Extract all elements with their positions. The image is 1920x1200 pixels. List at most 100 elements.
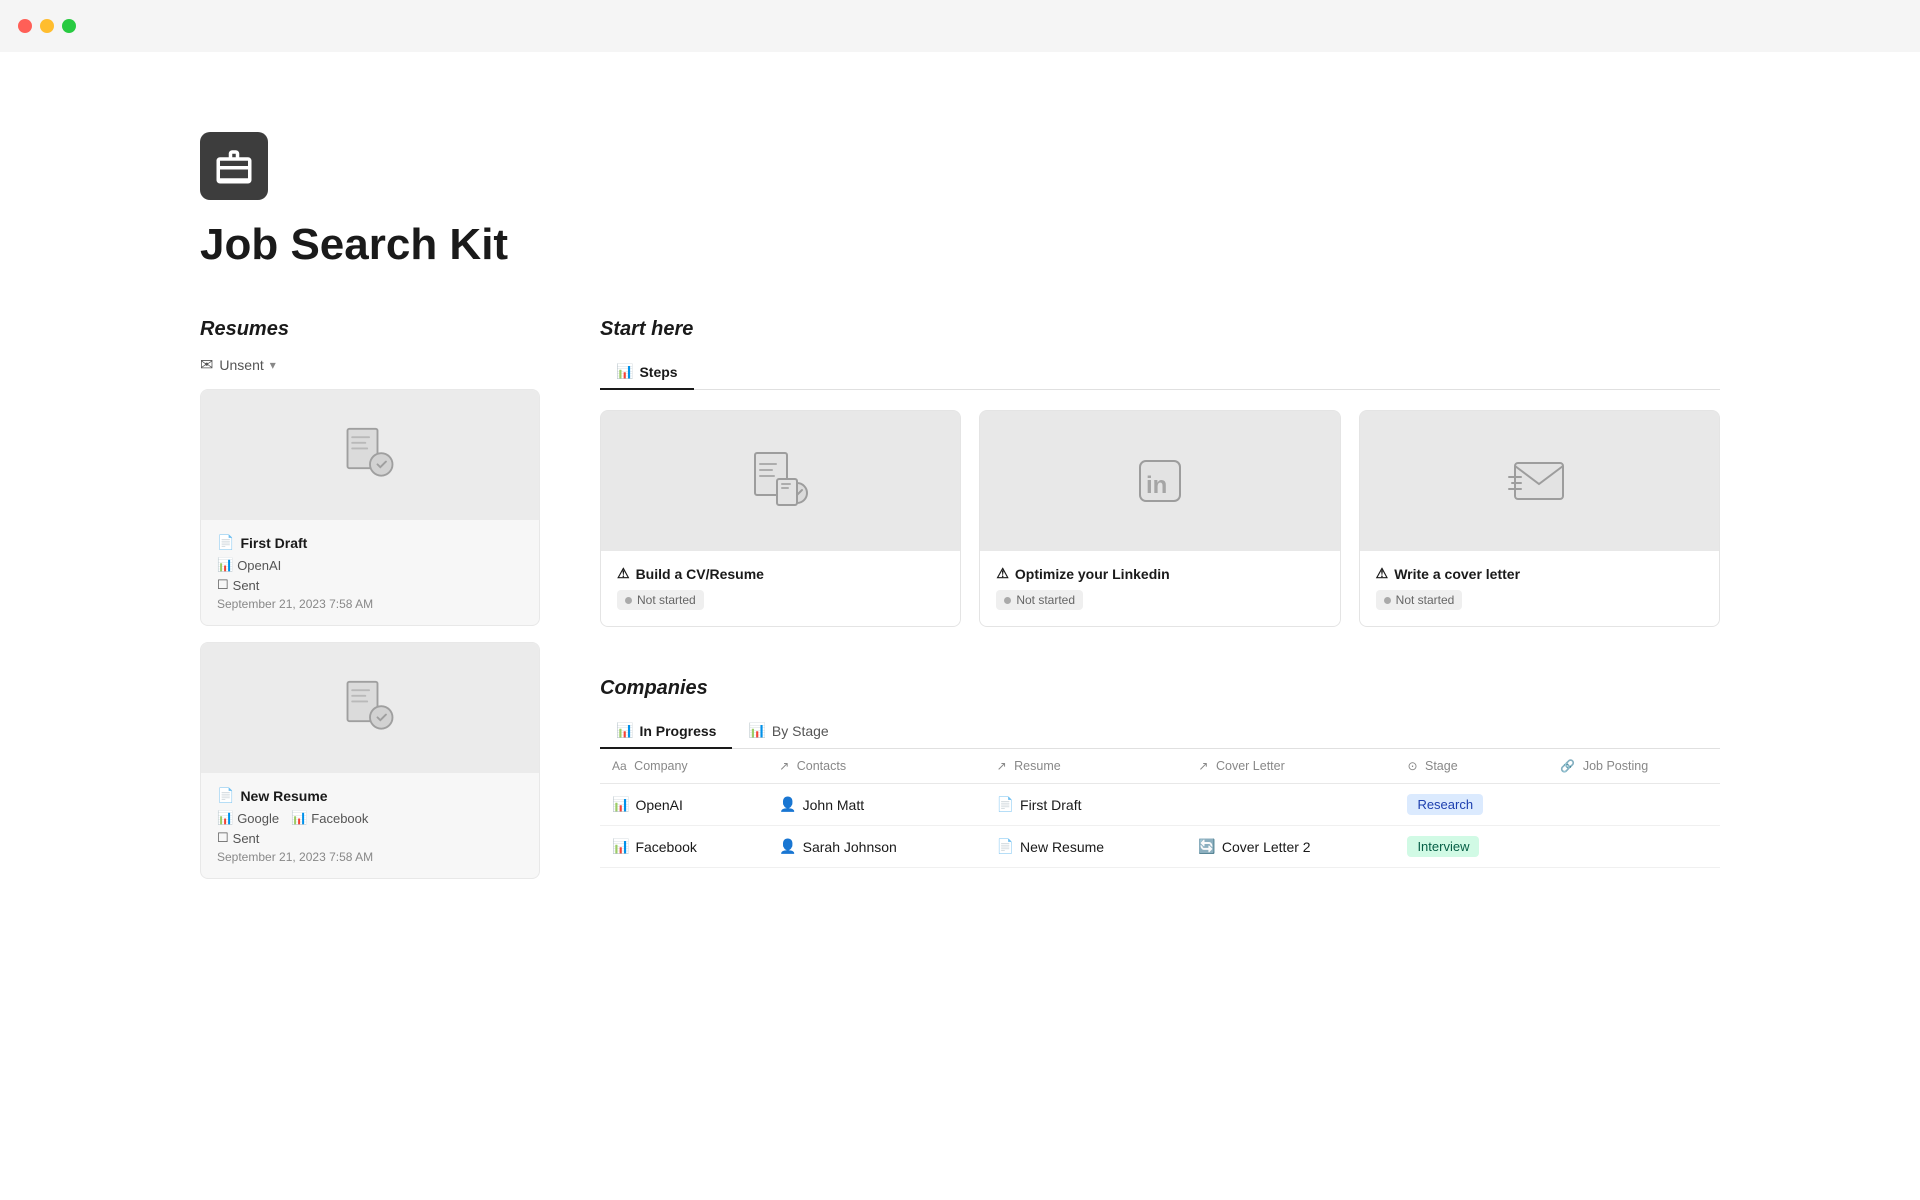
company-icon-openai: 📊 <box>612 796 629 813</box>
step-card-cover-letter[interactable]: ⚠ Write a cover letter Not started <box>1359 410 1720 627</box>
step-card-title-3: ⚠ Write a cover letter <box>1376 565 1703 582</box>
col-icon-company: Aa <box>612 759 627 773</box>
cell-company-openai: 📊 OpenAI <box>600 784 767 826</box>
status-badge-2: Not started <box>996 590 1083 610</box>
resume-card-image-2 <box>201 643 539 773</box>
doc-icon: 📄 <box>217 534 234 551</box>
chevron-down-icon: ▾ <box>270 358 276 372</box>
warning-icon-3: ⚠ <box>1376 565 1389 582</box>
cell-resume-openai: 📄 First Draft <box>985 784 1187 826</box>
resume-icon-openai: 📄 <box>997 796 1014 813</box>
chart-icon-3: 📊 <box>291 810 307 826</box>
linkedin-icon: in <box>1128 449 1192 513</box>
warning-icon-1: ⚠ <box>617 565 630 582</box>
tab-steps[interactable]: 📊 Steps <box>600 355 694 390</box>
step-card-image-3 <box>1360 411 1719 551</box>
tab-by-stage[interactable]: 📊 By Stage <box>732 714 844 749</box>
in-progress-tab-icon: 📊 <box>616 722 633 739</box>
col-icon-job-posting: 🔗 <box>1560 759 1575 773</box>
cell-stage-facebook: Interview <box>1395 826 1548 868</box>
resume-card-first-draft[interactable]: 📄 First Draft 📊 OpenAI ☐ Sent September … <box>200 389 540 626</box>
svg-text:in: in <box>1146 472 1167 499</box>
company-icon-facebook: 📊 <box>612 838 629 855</box>
steps-tabs: 📊 Steps <box>600 355 1720 390</box>
cell-company-facebook: 📊 Facebook <box>600 826 767 868</box>
resume-card-body-2: 📄 New Resume 📊 Google 📊 Facebook ☐ Sent <box>201 773 539 878</box>
resume-card-new-resume[interactable]: 📄 New Resume 📊 Google 📊 Facebook ☐ Sent <box>200 642 540 879</box>
col-icon-cover-letter: ↗ <box>1198 759 1208 773</box>
step-card-resume[interactable]: ⚠ Build a CV/Resume Not started <box>600 410 961 627</box>
col-header-company: Aa Company <box>600 749 767 784</box>
cell-cover-letter-openai <box>1186 784 1395 826</box>
start-here-header: Start here <box>600 318 1720 341</box>
status-badge-3: Not started <box>1376 590 1463 610</box>
step-card-linkedin[interactable]: in ⚠ Optimize your Linkedin Not started <box>979 410 1340 627</box>
chart-icon: 📊 <box>217 557 233 573</box>
resume-card-title-2: 📄 New Resume <box>217 787 523 804</box>
step-card-image-1 <box>601 411 960 551</box>
resumes-section-header: Resumes <box>200 318 540 341</box>
cell-job-posting-facebook <box>1548 826 1720 868</box>
start-here-section: Start here 📊 Steps <box>600 318 1720 627</box>
cover-letter-icon <box>1507 449 1571 513</box>
steps-tab-icon: 📊 <box>616 363 633 380</box>
contact-icon-facebook: 👤 <box>779 838 796 855</box>
by-stage-tab-icon: 📊 <box>748 722 765 739</box>
table-row-openai[interactable]: 📊 OpenAI 👤 John Matt <box>600 784 1720 826</box>
status-badge-1: Not started <box>617 590 704 610</box>
envelope-icon: ✉ <box>200 355 213 375</box>
cell-cover-letter-facebook: 🔄 Cover Letter 2 <box>1186 826 1395 868</box>
resume-card-sent: ☐ Sent <box>217 577 523 593</box>
tab-in-progress[interactable]: 📊 In Progress <box>600 714 732 749</box>
step-card-title-1: ⚠ Build a CV/Resume <box>617 565 944 582</box>
steps-cards-grid: ⚠ Build a CV/Resume Not started <box>600 410 1720 627</box>
resumes-section: Resumes ✉ Unsent ▾ <box>200 318 540 895</box>
cell-stage-openai: Research <box>1395 784 1548 826</box>
companies-section: Companies 📊 In Progress 📊 By Stage <box>600 677 1720 868</box>
cell-contact-facebook: 👤 Sarah Johnson <box>767 826 984 868</box>
resume-doc-icon <box>340 425 400 485</box>
stage-badge-openai: Research <box>1407 794 1483 815</box>
briefcase-icon <box>213 145 255 187</box>
cell-contact-openai: 👤 John Matt <box>767 784 984 826</box>
checkbox-icon: ☐ <box>217 577 229 593</box>
cell-job-posting-openai <box>1548 784 1720 826</box>
resume-card-date-2: September 21, 2023 7:58 AM <box>217 850 523 864</box>
main-content: Job Search Kit Resumes ✉ Unsent ▾ <box>0 0 1920 975</box>
companies-table: Aa Company ↗ Contacts ↗ Resume <box>600 749 1720 868</box>
cv-resume-icon <box>749 449 813 513</box>
page-title: Job Search Kit <box>200 220 1720 270</box>
companies-section-header: Companies <box>600 677 1720 700</box>
two-column-layout: Resumes ✉ Unsent ▾ <box>200 318 1720 895</box>
chart-icon-2: 📊 <box>217 810 233 826</box>
resume-card-image <box>201 390 539 520</box>
window-chrome <box>0 0 1920 52</box>
maximize-button[interactable] <box>62 19 76 33</box>
companies-tabs: 📊 In Progress 📊 By Stage <box>600 714 1720 749</box>
col-icon-stage: ⊙ <box>1407 759 1417 773</box>
resumes-filter[interactable]: ✉ Unsent ▾ <box>200 355 540 375</box>
col-icon-resume: ↗ <box>997 759 1007 773</box>
step-card-image-2: in <box>980 411 1339 551</box>
close-button[interactable] <box>18 19 32 33</box>
doc-icon-2: 📄 <box>217 787 234 804</box>
contact-icon-openai: 👤 <box>779 796 796 813</box>
col-header-resume: ↗ Resume <box>985 749 1187 784</box>
stage-badge-facebook: Interview <box>1407 836 1479 857</box>
col-header-cover-letter: ↗ Cover Letter <box>1186 749 1395 784</box>
step-card-title-2: ⚠ Optimize your Linkedin <box>996 565 1323 582</box>
status-dot-3 <box>1384 597 1391 604</box>
minimize-button[interactable] <box>40 19 54 33</box>
page-icon <box>200 132 268 200</box>
warning-icon-2: ⚠ <box>996 565 1009 582</box>
table-row-facebook[interactable]: 📊 Facebook 👤 Sarah Johnson <box>600 826 1720 868</box>
resume-card-date: September 21, 2023 7:58 AM <box>217 597 523 611</box>
status-dot-2 <box>1004 597 1011 604</box>
resume-card-sent-2: ☐ Sent <box>217 830 523 846</box>
cell-resume-facebook: 📄 New Resume <box>985 826 1187 868</box>
resume-doc-icon-2 <box>340 678 400 738</box>
status-dot-1 <box>625 597 632 604</box>
resume-card-company: 📊 OpenAI <box>217 557 523 573</box>
col-header-job-posting: 🔗 Job Posting <box>1548 749 1720 784</box>
step-card-body-3: ⚠ Write a cover letter Not started <box>1360 551 1719 626</box>
